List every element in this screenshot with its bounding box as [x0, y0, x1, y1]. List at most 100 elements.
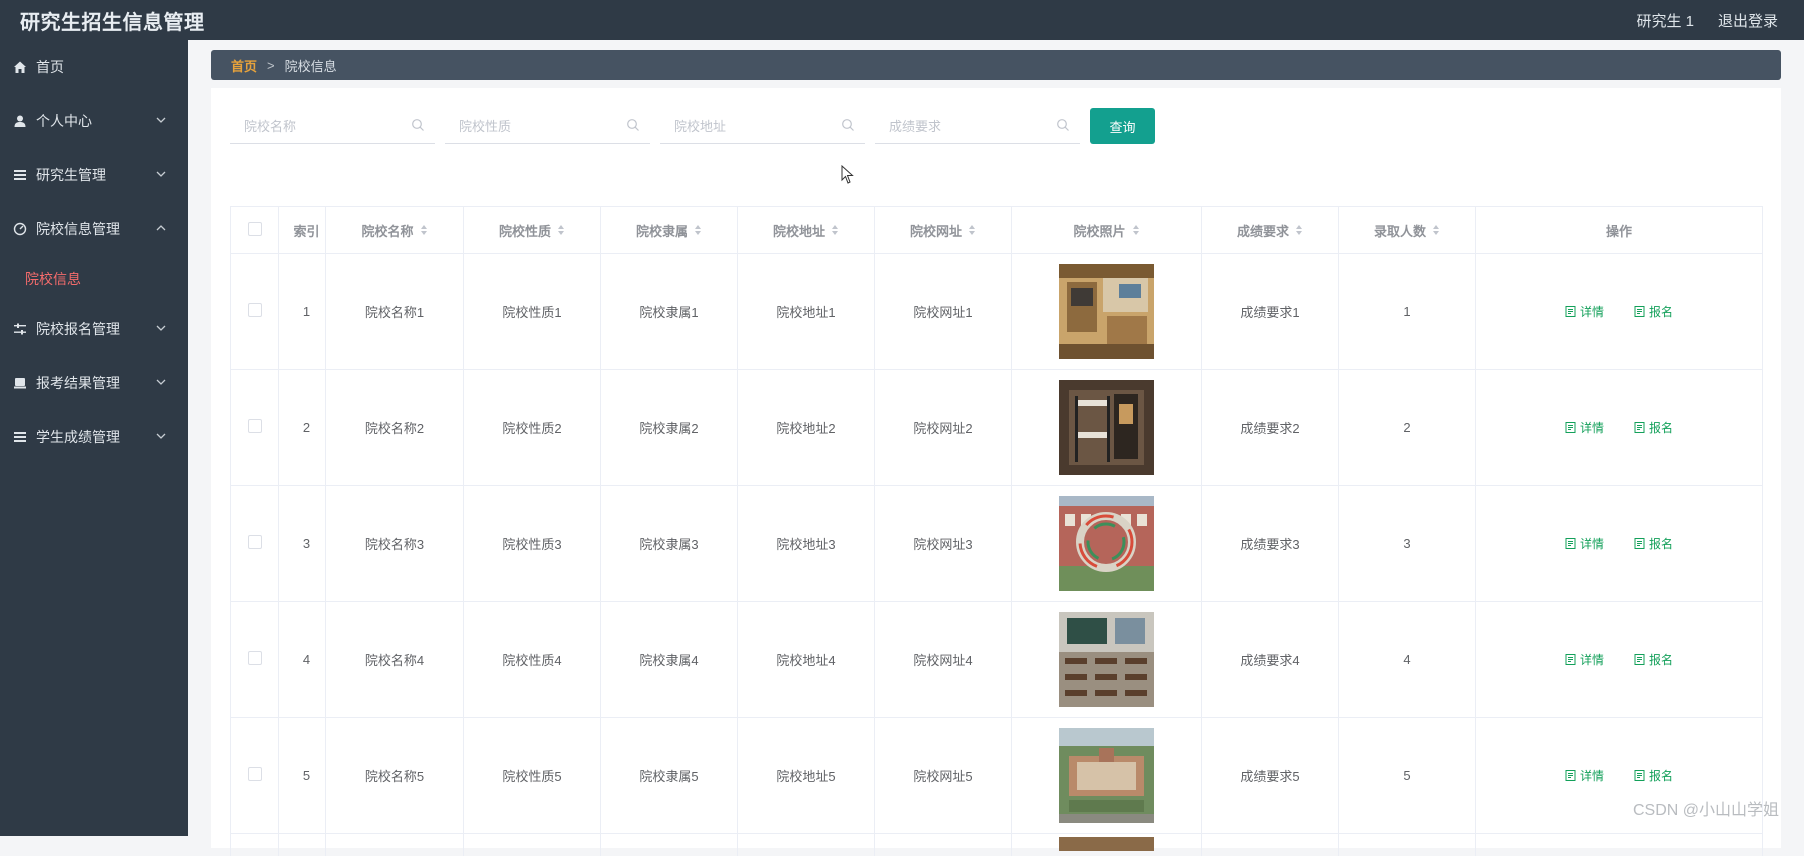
apply-button[interactable]: 报名 — [1634, 535, 1673, 552]
header-label: 院校名称 — [361, 221, 413, 240]
detail-label: 详情 — [1580, 535, 1604, 552]
bunk-bed-photo[interactable] — [1059, 380, 1154, 475]
cell-score-requirement: 成绩要求4 — [1202, 602, 1339, 718]
document-icon — [1565, 538, 1576, 549]
cell-index: 4 — [279, 602, 326, 718]
sidebar-item-label: 研究生管理 — [36, 165, 106, 185]
detail-button[interactable]: 详情 — [1565, 419, 1604, 436]
cell-operations: 详情 报名 — [1476, 370, 1763, 486]
sidebar-item-home[interactable]: 首页 — [0, 40, 188, 94]
search-icon — [1056, 118, 1070, 132]
classroom-photo[interactable] — [1059, 612, 1154, 707]
detail-button[interactable]: 详情 — [1565, 535, 1604, 552]
header-label: 院校网址 — [910, 221, 962, 240]
apply-button[interactable]: 报名 — [1634, 651, 1673, 668]
header-select-all — [231, 207, 279, 254]
cell-score-requirement: 成绩要求3 — [1202, 486, 1339, 602]
search-bar: 查询 — [230, 108, 1155, 144]
document-icon — [1634, 422, 1645, 433]
header-school-nature[interactable]: 院校性质 — [464, 207, 601, 254]
apply-button[interactable]: 报名 — [1634, 303, 1673, 320]
school-name-input[interactable] — [230, 108, 416, 144]
document-icon — [1565, 770, 1576, 781]
sidebar-item-label: 院校报名管理 — [36, 319, 120, 339]
row-select-cell — [231, 718, 279, 834]
row-checkbox[interactable] — [248, 767, 262, 781]
cell-score-requirement: 成绩要求2 — [1202, 370, 1339, 486]
campus-aerial-photo[interactable] — [1059, 728, 1154, 823]
header-school-website[interactable]: 院校网址 — [875, 207, 1012, 254]
cell-school-nature: 院校性质4 — [464, 602, 601, 718]
header-index: 索引 — [279, 207, 326, 254]
sidebar-item-students[interactable]: 研究生管理 — [0, 148, 188, 202]
search-field-nature — [445, 108, 650, 144]
cell-score-requirement: 成绩要求5 — [1202, 718, 1339, 834]
cell-school-affiliation: 院校隶属3 — [601, 486, 738, 602]
breadcrumb-current: 院校信息 — [285, 56, 337, 75]
dorm-room-photo[interactable] — [1059, 264, 1154, 359]
header-label: 录取人数 — [1374, 221, 1426, 240]
sidebar-item-registration[interactable]: 院校报名管理 — [0, 302, 188, 356]
mouse-cursor-icon — [841, 165, 855, 185]
sidebar-item-profile[interactable]: 个人中心 — [0, 94, 188, 148]
sidebar-subitem-school-info[interactable]: 院校信息 — [0, 256, 188, 302]
detail-button[interactable]: 详情 — [1565, 767, 1604, 784]
header-school-photo[interactable]: 院校照片 — [1012, 207, 1202, 254]
apply-button[interactable]: 报名 — [1634, 767, 1673, 784]
row-checkbox[interactable] — [248, 303, 262, 317]
header-school-name[interactable]: 院校名称 — [326, 207, 464, 254]
app-title: 研究生招生信息管理 — [0, 6, 205, 35]
school-nature-input[interactable] — [445, 108, 631, 144]
header-school-address[interactable]: 院校地址 — [738, 207, 875, 254]
content-panel: 查询 索引 院校名称 院校性质 院校隶属 院校地址 院校网址 院校照片 成绩要求… — [211, 88, 1781, 848]
current-user[interactable]: 研究生 1 — [1636, 10, 1694, 31]
cell-school-photo — [1012, 602, 1202, 718]
school-address-input[interactable] — [660, 108, 846, 144]
sidebar-item-results[interactable]: 报考结果管理 — [0, 356, 188, 410]
sidebar: 首页 个人中心 研究生管理 院校信息管理 院校信息 院校报名管理 报考结果管理 — [0, 40, 188, 836]
printer-icon — [12, 375, 28, 391]
breadcrumb-separator: > — [267, 58, 275, 73]
search-icon — [841, 118, 855, 132]
cell-school-name: 院校名称4 — [326, 602, 464, 718]
query-button[interactable]: 查询 — [1090, 108, 1155, 144]
sort-icon — [1432, 224, 1440, 236]
row-checkbox[interactable] — [248, 535, 262, 549]
table-header-row: 索引 院校名称 院校性质 院校隶属 院校地址 院校网址 院校照片 成绩要求 录取… — [231, 207, 1763, 254]
sidebar-item-label: 首页 — [36, 57, 64, 77]
campus-sculpture-photo[interactable] — [1059, 496, 1154, 591]
table-row: 3 院校名称3 院校性质3 院校隶属3 院校地址3 院校网址3 — [231, 486, 1763, 602]
chevron-down-icon — [154, 321, 168, 335]
sidebar-item-label: 学生成绩管理 — [36, 427, 120, 447]
score-requirement-input[interactable] — [875, 108, 1061, 144]
sidebar-item-school-info[interactable]: 院校信息管理 — [0, 202, 188, 256]
header-school-affiliation[interactable]: 院校隶属 — [601, 207, 738, 254]
chevron-down-icon — [154, 375, 168, 389]
list-icon — [12, 167, 28, 183]
table-row: 4 院校名称4 院校性质4 院校隶属4 院校地址4 院校网址4 — [231, 602, 1763, 718]
chevron-down-icon — [154, 167, 168, 181]
table-row: 1 院校名称1 院校性质1 院校隶属1 院校地址1 院校网址1 — [231, 254, 1763, 370]
cell-school-website: 院校网址5 — [875, 718, 1012, 834]
header-admitted-count[interactable]: 录取人数 — [1339, 207, 1476, 254]
table-row — [231, 834, 1763, 856]
header-score-requirement[interactable]: 成绩要求 — [1202, 207, 1339, 254]
school-table: 索引 院校名称 院校性质 院校隶属 院校地址 院校网址 院校照片 成绩要求 录取… — [230, 206, 1763, 856]
row-checkbox[interactable] — [248, 651, 262, 665]
detail-button[interactable]: 详情 — [1565, 303, 1604, 320]
sidebar-item-scores[interactable]: 学生成绩管理 — [0, 410, 188, 464]
logout-link[interactable]: 退出登录 — [1718, 10, 1778, 31]
breadcrumb-home[interactable]: 首页 — [231, 56, 257, 75]
apply-button[interactable]: 报名 — [1634, 419, 1673, 436]
select-all-checkbox[interactable] — [248, 222, 262, 236]
header-operations: 操作 — [1476, 207, 1763, 254]
sort-icon — [1295, 224, 1303, 236]
list-icon — [12, 429, 28, 445]
cell-school-nature: 院校性质3 — [464, 486, 601, 602]
cell-school-name: 院校名称3 — [326, 486, 464, 602]
row-checkbox[interactable] — [248, 419, 262, 433]
cell-school-website: 院校网址4 — [875, 602, 1012, 718]
cell-school-address: 院校地址1 — [738, 254, 875, 370]
cell-index: 2 — [279, 370, 326, 486]
detail-button[interactable]: 详情 — [1565, 651, 1604, 668]
